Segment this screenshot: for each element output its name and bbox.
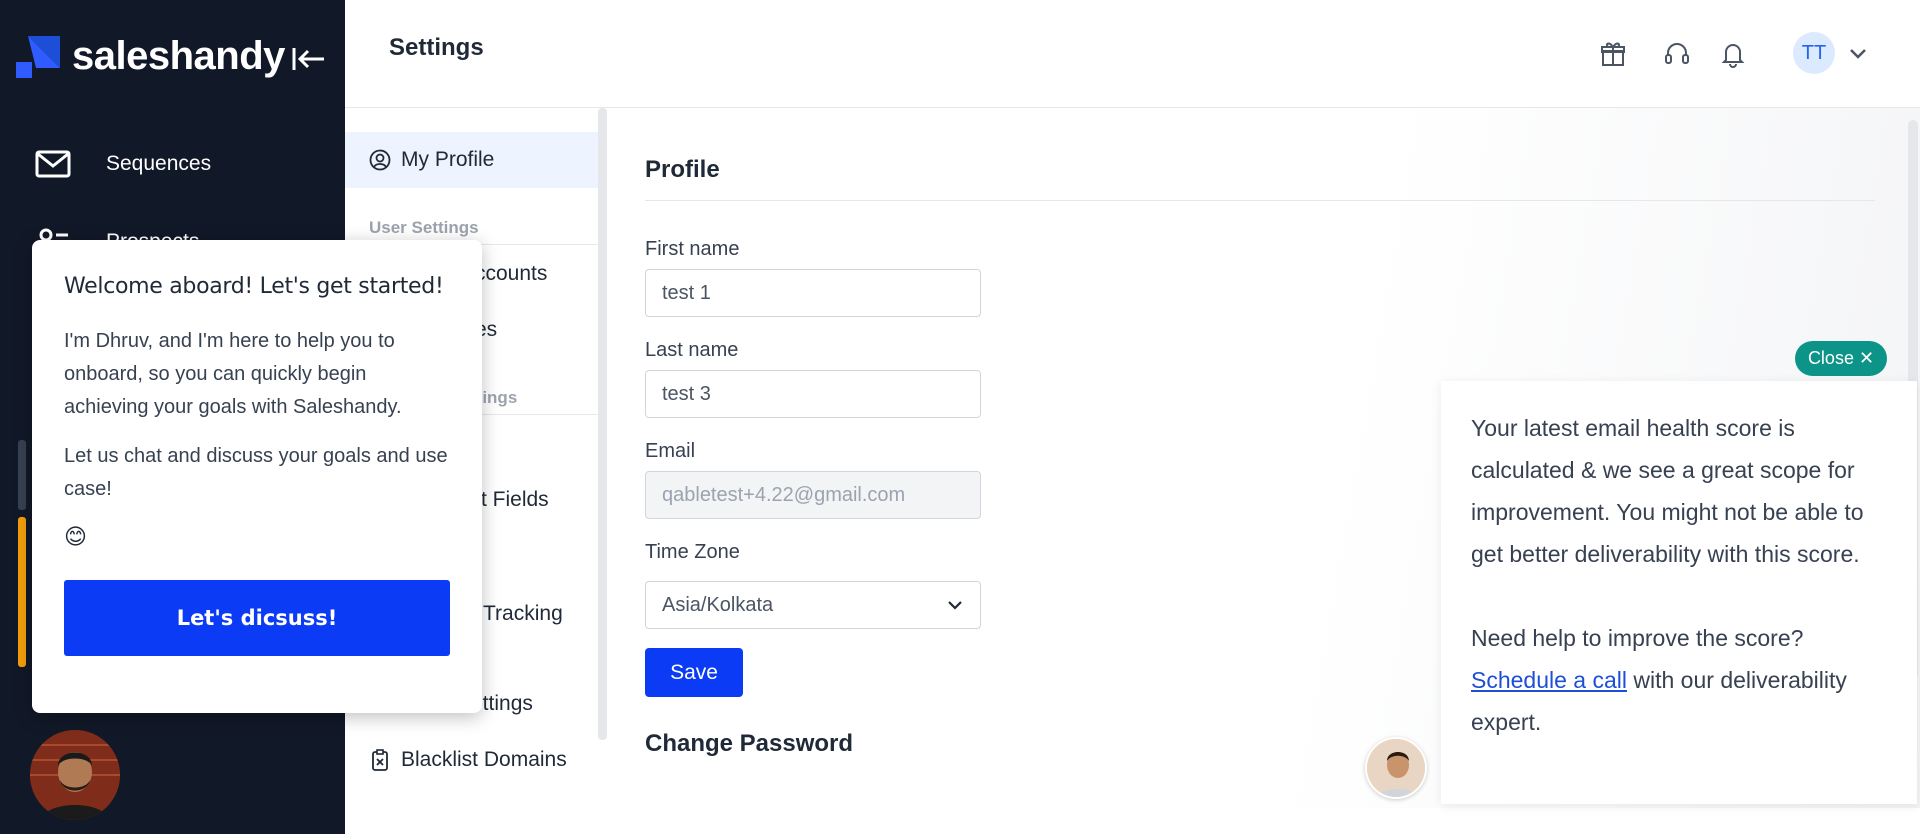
headset-icon[interactable] (1663, 40, 1691, 68)
chevron-down-icon[interactable] (1847, 42, 1869, 64)
first-name-label: First name (645, 238, 740, 260)
menu-item-my-profile[interactable]: My Profile (369, 148, 494, 172)
section-title-profile: Profile (645, 156, 720, 183)
time-zone-select[interactable]: Asia/Kolkata (645, 581, 981, 629)
health-schedule-line: Schedule a call with our deliverability … (1471, 659, 1887, 743)
menu-item-tracking[interactable]: Tracking (483, 602, 563, 626)
menu-item-label: t Fields (481, 488, 549, 511)
smile-emoji: 😊 (64, 524, 87, 549)
menu-item-label: My Profile (401, 148, 495, 171)
welcome-popup: Welcome aboard! Let's get started! I'm D… (32, 240, 482, 713)
welcome-title: Welcome aboard! Let's get started! (64, 274, 444, 299)
user-circle-icon (369, 149, 391, 171)
deliverability-expert-avatar (1365, 737, 1427, 799)
menu-item-label: Tracking (483, 602, 563, 625)
logo[interactable]: saleshandy (16, 34, 285, 79)
mail-icon (34, 148, 72, 180)
time-zone-value: Asia/Kolkata (662, 593, 774, 616)
health-help-text: Need help to improve the score? (1471, 625, 1804, 651)
email-label: Email (645, 440, 696, 462)
user-avatar[interactable]: TT (1793, 32, 1835, 74)
close-health-popup-button[interactable]: Close ✕ (1795, 341, 1887, 376)
menu-group-label: User Settings (369, 218, 479, 237)
brand-name: saleshandy (72, 34, 285, 78)
last-name-label: Last name (645, 339, 739, 361)
time-zone-label: Time Zone (645, 541, 740, 563)
menu-item-label: ccounts (475, 262, 548, 285)
chat-agent-avatar[interactable] (30, 730, 120, 820)
sidebar-indicator (18, 440, 26, 510)
lets-discuss-button[interactable]: Let's dicsuss! (64, 580, 450, 656)
email-input (645, 471, 981, 519)
clipboard-x-icon (372, 749, 388, 771)
gift-icon[interactable] (1599, 40, 1627, 68)
first-name-input[interactable] (645, 269, 981, 317)
schedule-call-link[interactable]: Schedule a call (1471, 667, 1627, 693)
menu-item-blacklist-domains[interactable]: Blacklist Domains (369, 748, 567, 772)
save-button[interactable]: Save (645, 648, 743, 697)
collapse-sidebar-icon[interactable] (290, 44, 326, 74)
page-title: Settings (389, 34, 484, 61)
top-header: Settings TT (345, 0, 1920, 108)
chevron-down-icon (948, 601, 962, 610)
sidebar-item-sequences[interactable]: Sequences (34, 148, 211, 180)
menu-item-accounts[interactable]: ccounts (475, 262, 547, 286)
email-health-popup: Your latest email health score is calcul… (1441, 381, 1917, 804)
menu-item-custom-fields[interactable]: t Fields (481, 488, 549, 512)
section-title-change-password: Change Password (645, 730, 854, 757)
last-name-input[interactable] (645, 370, 981, 418)
bell-icon[interactable] (1719, 40, 1747, 68)
sidebar-highlight (18, 517, 26, 667)
menu-scrollbar[interactable] (598, 108, 607, 740)
welcome-body-1: I'm Dhruv, and I'm here to help you to o… (64, 330, 402, 418)
close-label: Close (1807, 348, 1854, 368)
sidebar-item-label: Sequences (106, 152, 212, 175)
saleshandy-logo-icon (16, 35, 60, 78)
health-message: Your latest email health score is calcul… (1471, 415, 1864, 567)
menu-item-label: Blacklist Domains (401, 748, 567, 771)
section-divider (645, 200, 1875, 201)
close-icon: ✕ (1858, 348, 1875, 368)
welcome-body-2: Let us chat and discuss your goals and u… (64, 445, 448, 500)
